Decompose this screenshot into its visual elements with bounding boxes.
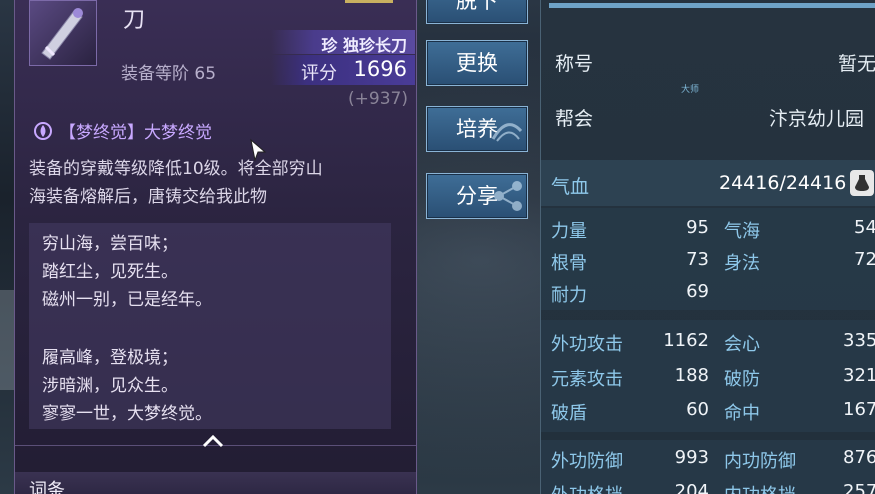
- guild-value: 汴京幼儿园: [769, 108, 865, 130]
- stat-value: 60: [686, 399, 709, 420]
- stat-value: 876: [843, 447, 875, 468]
- share-button[interactable]: 分享: [426, 173, 528, 219]
- stat-name: 元素攻击: [551, 369, 623, 390]
- stat-value: 72: [854, 249, 875, 270]
- set-effect-name: 【梦终觉】大梦终觉: [59, 123, 212, 143]
- stat-value: 188: [674, 365, 709, 386]
- item-tooltip-panel: 刀 珍 独珍长刀 装备等阶 65 评分 1696 (+937) 【梦终觉】大梦终…: [14, 0, 417, 494]
- stat-value: 1162: [663, 330, 709, 351]
- hp-label: 气血: [551, 176, 590, 198]
- character-stats-panel: 称号 暂无 大师 帮会 汴京幼儿园 气血 24416/24416 力量 95 气…: [540, 0, 875, 494]
- small-tag: 大师: [681, 85, 700, 95]
- cultivate-label: 培养: [456, 117, 498, 141]
- lore-line: 磁州一别，已是经年。: [42, 290, 212, 310]
- stat-name: 内功防御: [724, 451, 796, 472]
- stat-value: 993: [674, 447, 709, 468]
- score-label: 评分: [301, 63, 337, 84]
- stat-name: 破盾: [551, 403, 587, 424]
- title-label: 称号: [555, 53, 594, 75]
- set-effect-title: 【梦终觉】大梦终觉: [33, 118, 212, 143]
- set-desc-line: 海装备熔解后，唐铸交给我此物: [29, 187, 267, 207]
- collapse-arrow-icon[interactable]: [201, 434, 225, 448]
- weapon-icon: [29, 0, 97, 66]
- set-effect-description: 装备的穿戴等级降低10级。将全部穷山 海装备熔解后，唐铸交给我此物: [29, 155, 409, 211]
- stat-name: 耐力: [551, 285, 587, 306]
- item-rarity-type: 珍 独珍长刀: [321, 36, 407, 55]
- stat-value: 321: [843, 365, 875, 386]
- rarity-banner: 珍 独珍长刀: [271, 30, 415, 55]
- stat-name: 会心: [724, 334, 760, 355]
- stat-value: 167: [843, 399, 875, 420]
- guild-label: 帮会: [555, 108, 594, 130]
- stat-name: 气海: [724, 221, 760, 242]
- stat-name: 外功格挡: [551, 481, 623, 494]
- set-desc-line: 装备的穿戴等级降低10级。将全部穷山: [29, 159, 323, 179]
- score-value: 1696: [353, 57, 407, 81]
- stat-name: 外功防御: [551, 451, 623, 472]
- replace-button[interactable]: 更换: [426, 40, 528, 86]
- unequip-label: 脱下: [456, 0, 498, 13]
- stat-name: 破防: [724, 369, 760, 390]
- stat-name: 根骨: [551, 253, 587, 274]
- lore-line: 踏红尘，见死生。: [42, 262, 178, 282]
- stat-name: 力量: [551, 221, 587, 242]
- stat-value: 95: [686, 217, 709, 238]
- share-label: 分享: [456, 184, 498, 208]
- item-lore-box: 穷山海，尝百味； 踏红尘，见死生。 磁州一别，已是经年。 履高峰，登极境； 涉暗…: [29, 223, 391, 429]
- lore-line: 寥寥一世，大梦终觉。: [42, 404, 212, 424]
- stat-value: 54: [854, 217, 875, 238]
- replace-label: 更换: [456, 51, 498, 75]
- score-banner: 评分 1696: [271, 55, 415, 85]
- mouse-cursor-icon: [250, 138, 267, 162]
- cultivate-button[interactable]: 培养: [426, 106, 528, 152]
- lore-line: 涉暗渊，见众生。: [42, 376, 178, 396]
- score-delta: (+937): [348, 89, 408, 109]
- stat-value: 204: [674, 481, 709, 494]
- stat-name: 命中: [724, 403, 760, 424]
- item-name: 刀: [123, 8, 146, 33]
- stat-value: 73: [686, 249, 709, 270]
- swirl-icon: [34, 122, 52, 140]
- gear-level: 装备等阶 65: [121, 59, 216, 84]
- lore-line: 履高峰，登极境；: [42, 348, 178, 368]
- rarity-accent: [345, 0, 393, 3]
- gear-level-label: 装备等阶: [121, 64, 189, 84]
- stat-name: 内功格挡: [724, 481, 796, 494]
- affix-section-header[interactable]: 词条: [15, 472, 416, 494]
- stat-value: 335: [843, 330, 875, 351]
- hp-value: 24416/24416: [719, 172, 847, 194]
- stat-value: 257: [843, 481, 875, 494]
- stat-value: 69: [686, 281, 709, 302]
- lore-line: 穷山海，尝百味；: [42, 234, 178, 254]
- panel-top-bar: [549, 3, 875, 8]
- stat-name: 外功攻击: [551, 334, 623, 355]
- potion-icon[interactable]: [850, 170, 874, 196]
- gear-level-value: 65: [194, 64, 217, 84]
- unequip-button[interactable]: 脱下: [426, 0, 528, 24]
- title-value: 暂无: [838, 53, 875, 75]
- affix-section-label: 词条: [29, 480, 65, 494]
- stat-name: 身法: [724, 253, 760, 274]
